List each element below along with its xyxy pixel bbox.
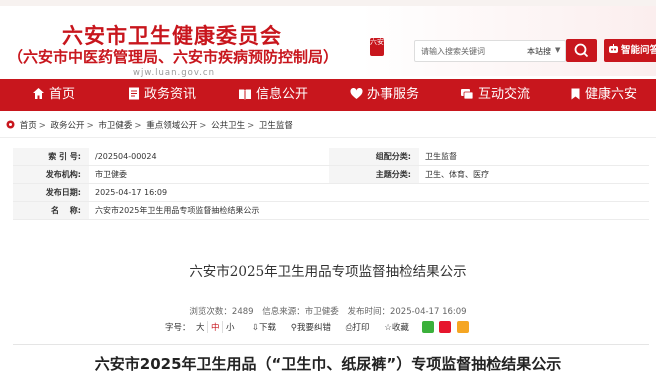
table-row: 发布机构: 市卫健委 主题分类: 卫生、体育、医疗 (13, 165, 649, 184)
bookmark-icon (571, 88, 580, 100)
breadcrumb-item-commission[interactable]: 市卫健委 (98, 121, 132, 131)
nav-item-interaction[interactable]: 互动交流 (460, 79, 530, 111)
breadcrumb-separator: > (247, 121, 255, 131)
breadcrumb-item-key-areas[interactable]: 重点领域公开 (146, 121, 197, 131)
breadcrumb-item-public[interactable]: 政务公开 (51, 121, 85, 131)
name-label: 名 称: (13, 201, 89, 220)
chevron-down-icon[interactable]: ▼ (555, 46, 560, 54)
favorite-label: 收藏 (391, 323, 409, 333)
breadcrumb-separator: > (86, 121, 94, 131)
breadcrumb-item-supervision[interactable]: 卫生监督 (259, 121, 293, 131)
print-label: 打印 (352, 323, 370, 333)
heart-icon (350, 87, 363, 99)
nav-label: 互动交流 (478, 87, 531, 102)
download-button[interactable]: ⇩下载 (252, 323, 276, 333)
download-icon: ⇩ (251, 323, 260, 333)
category-label: 组配分类: (329, 148, 419, 166)
location-icon (6, 120, 15, 129)
smart-qa-label: 智能问答 (621, 45, 656, 56)
info-source: 信息来源：市卫健委 (262, 307, 339, 317)
proofread-label: 我要纠错 (297, 323, 332, 333)
nav-item-disclosure[interactable]: 信息公开 (238, 79, 308, 111)
table-row: 名 称: 六安市2025年卫生用品专项监督抽检结果公示 (13, 201, 649, 220)
book-icon (239, 89, 251, 100)
org-value: 市卫健委 (89, 165, 329, 184)
breadcrumb-item-home[interactable]: 首页 (20, 121, 37, 131)
robot-icon (609, 44, 618, 53)
nav-label: 办事服务 (367, 87, 420, 102)
wechat-share-icon[interactable] (421, 321, 434, 333)
site-subtitle: （六安市中医药管理局、六安市疾病预防控制局） (8, 48, 339, 66)
download-label: 下载 (259, 323, 277, 333)
smart-qa-button[interactable]: 智能问答 (604, 39, 656, 62)
date-label: 发布日期: (13, 183, 89, 202)
qzone-share-icon[interactable] (457, 321, 469, 333)
divider (13, 344, 649, 345)
font-size-medium[interactable]: 中 (207, 321, 222, 333)
topic-label: 主题分类: (329, 165, 419, 184)
document-icon (129, 87, 139, 100)
category-value: 卫生监督 (419, 148, 649, 166)
nav-label: 健康六安 (585, 87, 638, 102)
home-icon (33, 88, 44, 99)
breadcrumb-separator: > (134, 121, 142, 131)
search-scope-select[interactable]: 本站搜 (527, 46, 551, 57)
nav-item-news[interactable]: 政务资讯 (128, 79, 196, 111)
nav-label: 信息公开 (256, 87, 309, 102)
nav-label: 首页 (49, 87, 76, 102)
article-title: 六安市2025年卫生用品专项监督抽检结果公示 (189, 264, 467, 280)
site-url: wjw.luan.gov.cn (133, 68, 215, 78)
article-tools: 字号： 大中小 ⇩下载 ⚲我要纠错 ⎙打印 ☆收藏 (165, 321, 469, 333)
nav-item-health[interactable]: 健康六安 (570, 79, 637, 111)
breadcrumb: 首页 > 政务公开 > 市卫健委 > 重点领域公开 > 公共卫生 > 卫生监督 (0, 111, 656, 138)
star-outline-icon: ☆ (384, 323, 392, 333)
breadcrumb-separator: > (199, 121, 207, 131)
weibo-share-icon[interactable] (439, 321, 452, 333)
article-body-title: 六安市2025年卫生用品（“卫生巾、纸尿裤”）专项监督抽检结果公示 (94, 355, 562, 373)
nav-item-home[interactable]: 首页 (32, 79, 75, 111)
search-input[interactable]: 请输入搜索关键词 (421, 46, 485, 57)
seal-logo: 六安 (370, 38, 384, 56)
view-count: 浏览次数：2489 (189, 307, 254, 317)
org-label: 发布机构: (13, 165, 89, 184)
printer-icon: ⎙ (345, 323, 353, 333)
chat-icon (461, 89, 474, 100)
breadcrumb-item-public-health[interactable]: 公共卫生 (211, 121, 245, 131)
nav-label: 政务资讯 (144, 87, 197, 102)
index-value: /202504-00024 (89, 148, 329, 166)
main-nav: 首页 政务资讯 信息公开 办事服务 互动交流 健康六安 (0, 79, 656, 111)
font-size-label: 字号： (165, 323, 191, 333)
search-icon (574, 43, 589, 58)
article-info: 浏览次数：2489 信息来源：市卫健委 发布时间：2025-04-17 16:0… (0, 305, 656, 317)
table-row: 发布日期: 2025-04-17 16:09 (13, 183, 649, 202)
print-button[interactable]: ⎙打印 (346, 323, 370, 333)
metadata-table: 索 引 号: /202504-00024 组配分类: 卫生监督 发布机构: 市卫… (13, 148, 649, 220)
index-label: 索 引 号: (13, 148, 89, 166)
breadcrumb-separator: > (38, 121, 46, 131)
font-size-small[interactable]: 小 (222, 321, 237, 333)
site-header: 六安市卫生健康委员会 （六安市中医药管理局、六安市疾病预防控制局） wjw.lu… (0, 6, 656, 78)
name-value: 六安市2025年卫生用品专项监督抽检结果公示 (89, 201, 649, 220)
font-size-large[interactable]: 大 (193, 321, 207, 333)
proofread-button[interactable]: ⚲我要纠错 (291, 323, 331, 333)
favorite-button[interactable]: ☆收藏 (384, 323, 409, 333)
publish-time: 发布时间：2025-04-17 16:09 (347, 307, 467, 317)
search-box[interactable]: 请输入搜索关键词 本站搜 ▼ (414, 40, 566, 62)
date-value: 2025-04-17 16:09 (89, 183, 649, 202)
table-row: 索 引 号: /202504-00024 组配分类: 卫生监督 (13, 148, 649, 166)
search-button[interactable] (566, 39, 597, 62)
nav-item-services[interactable]: 办事服务 (350, 79, 419, 111)
topic-value: 卫生、体育、医疗 (419, 165, 649, 184)
